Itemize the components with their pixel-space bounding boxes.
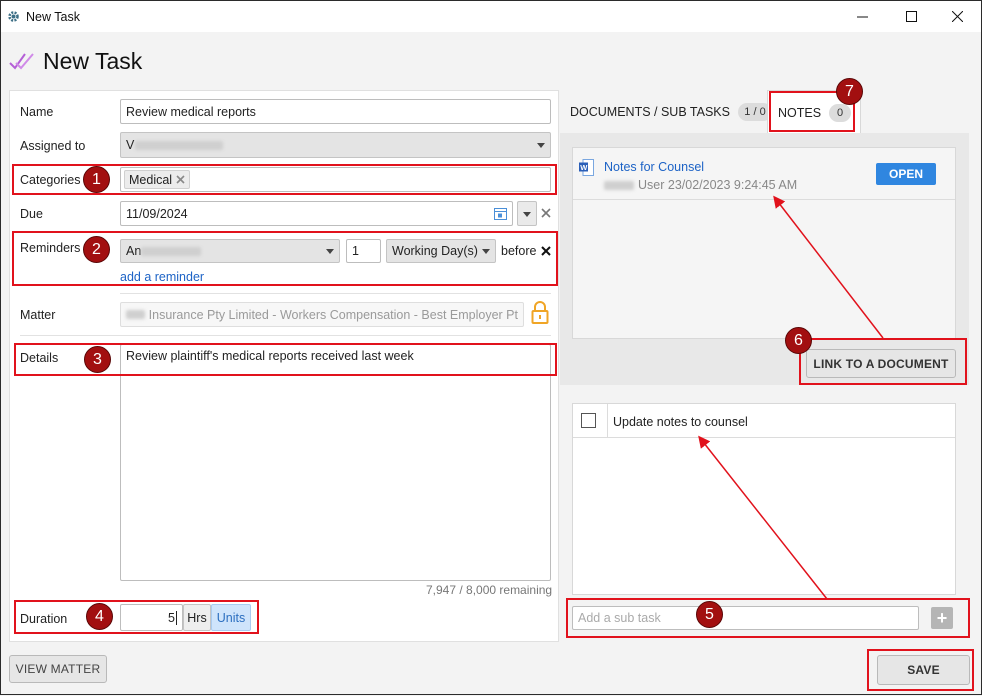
annotation-badge-5: 5 (696, 601, 723, 628)
annotation-badge-6: 6 (785, 327, 812, 354)
annotation-badge-7: 7 (836, 78, 863, 105)
annotation-badge-4: 4 (86, 603, 113, 630)
task-window: New Task New Task Name Review medical re… (0, 0, 982, 695)
annotation-arrows (698, 195, 884, 600)
annotation-badge-3: 3 (84, 346, 111, 373)
annotation-badge-2: 2 (83, 236, 110, 263)
annotation-badge-1: 1 (83, 166, 110, 193)
